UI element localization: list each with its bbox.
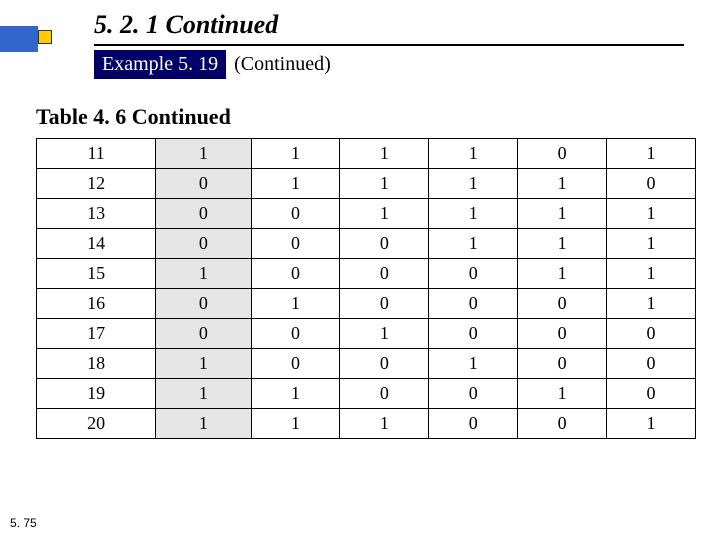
row-cell: 0 — [251, 319, 340, 349]
row-cell: 1 — [429, 229, 518, 259]
row-cell: 1 — [607, 139, 696, 169]
heading-underline — [94, 44, 684, 46]
row-cell: 1 — [429, 199, 518, 229]
row-index: 14 — [37, 229, 156, 259]
table-row: 15100011 — [37, 259, 696, 289]
table-caption: Table 4. 6 Continued — [36, 104, 231, 130]
row-highlight: 1 — [156, 259, 251, 289]
row-highlight: 0 — [156, 289, 251, 319]
row-cell: 1 — [340, 139, 429, 169]
table-row: 11111101 — [37, 139, 696, 169]
row-highlight: 0 — [156, 229, 251, 259]
row-cell: 0 — [518, 289, 607, 319]
row-cell: 1 — [518, 379, 607, 409]
row-cell: 0 — [340, 379, 429, 409]
row-cell: 0 — [340, 289, 429, 319]
row-cell: 0 — [518, 139, 607, 169]
row-highlight: 1 — [156, 379, 251, 409]
row-cell: 0 — [518, 349, 607, 379]
row-cell: 0 — [429, 409, 518, 439]
row-cell: 0 — [518, 319, 607, 349]
row-cell: 0 — [251, 349, 340, 379]
row-highlight: 0 — [156, 319, 251, 349]
row-cell: 0 — [340, 229, 429, 259]
table-row: 20111001 — [37, 409, 696, 439]
row-cell: 1 — [340, 409, 429, 439]
row-highlight: 1 — [156, 349, 251, 379]
row-cell: 1 — [340, 199, 429, 229]
row-highlight: 1 — [156, 139, 251, 169]
row-index: 16 — [37, 289, 156, 319]
row-index: 11 — [37, 139, 156, 169]
row-highlight: 0 — [156, 199, 251, 229]
row-cell: 0 — [429, 319, 518, 349]
row-cell: 1 — [429, 169, 518, 199]
row-index: 20 — [37, 409, 156, 439]
section-heading: 5. 2. 1 Continued — [94, 10, 278, 40]
row-index: 13 — [37, 199, 156, 229]
table-row: 16010001 — [37, 289, 696, 319]
row-cell: 1 — [251, 289, 340, 319]
row-cell: 1 — [429, 349, 518, 379]
row-cell: 1 — [251, 139, 340, 169]
row-cell: 1 — [607, 409, 696, 439]
row-highlight: 0 — [156, 169, 251, 199]
row-cell: 1 — [251, 379, 340, 409]
row-index: 12 — [37, 169, 156, 199]
row-cell: 0 — [340, 259, 429, 289]
table-row: 18100100 — [37, 349, 696, 379]
table-row: 17001000 — [37, 319, 696, 349]
row-cell: 0 — [607, 379, 696, 409]
row-cell: 0 — [251, 199, 340, 229]
row-cell: 0 — [251, 259, 340, 289]
page-number: 5. 75 — [10, 516, 37, 530]
table-row: 19110010 — [37, 379, 696, 409]
example-label: Example 5. 19 — [94, 50, 226, 79]
row-cell: 1 — [607, 289, 696, 319]
example-suffix: (Continued) — [226, 50, 331, 79]
row-cell: 1 — [607, 259, 696, 289]
row-index: 18 — [37, 349, 156, 379]
example-row: Example 5. 19 (Continued) — [94, 50, 331, 79]
table-row: 12011110 — [37, 169, 696, 199]
row-cell: 0 — [429, 259, 518, 289]
row-cell: 1 — [429, 139, 518, 169]
row-index: 19 — [37, 379, 156, 409]
data-table: 1111110112011110130011111400011115100011… — [36, 138, 696, 439]
row-cell: 1 — [340, 319, 429, 349]
row-cell: 0 — [429, 379, 518, 409]
row-index: 15 — [37, 259, 156, 289]
row-cell: 0 — [340, 349, 429, 379]
row-cell: 0 — [518, 409, 607, 439]
row-cell: 1 — [340, 169, 429, 199]
row-cell: 1 — [251, 169, 340, 199]
row-cell: 1 — [518, 259, 607, 289]
row-cell: 1 — [607, 199, 696, 229]
table-row: 13001111 — [37, 199, 696, 229]
row-cell: 1 — [518, 229, 607, 259]
row-cell: 0 — [607, 169, 696, 199]
row-cell: 0 — [607, 319, 696, 349]
row-cell: 0 — [251, 229, 340, 259]
row-cell: 0 — [607, 349, 696, 379]
row-cell: 1 — [518, 199, 607, 229]
blue-block — [0, 26, 38, 52]
table-row: 14000111 — [37, 229, 696, 259]
yellow-block — [38, 30, 52, 44]
corner-decoration — [0, 26, 64, 52]
row-cell: 1 — [251, 409, 340, 439]
row-cell: 1 — [607, 229, 696, 259]
row-cell: 0 — [429, 289, 518, 319]
row-index: 17 — [37, 319, 156, 349]
row-highlight: 1 — [156, 409, 251, 439]
row-cell: 1 — [518, 169, 607, 199]
